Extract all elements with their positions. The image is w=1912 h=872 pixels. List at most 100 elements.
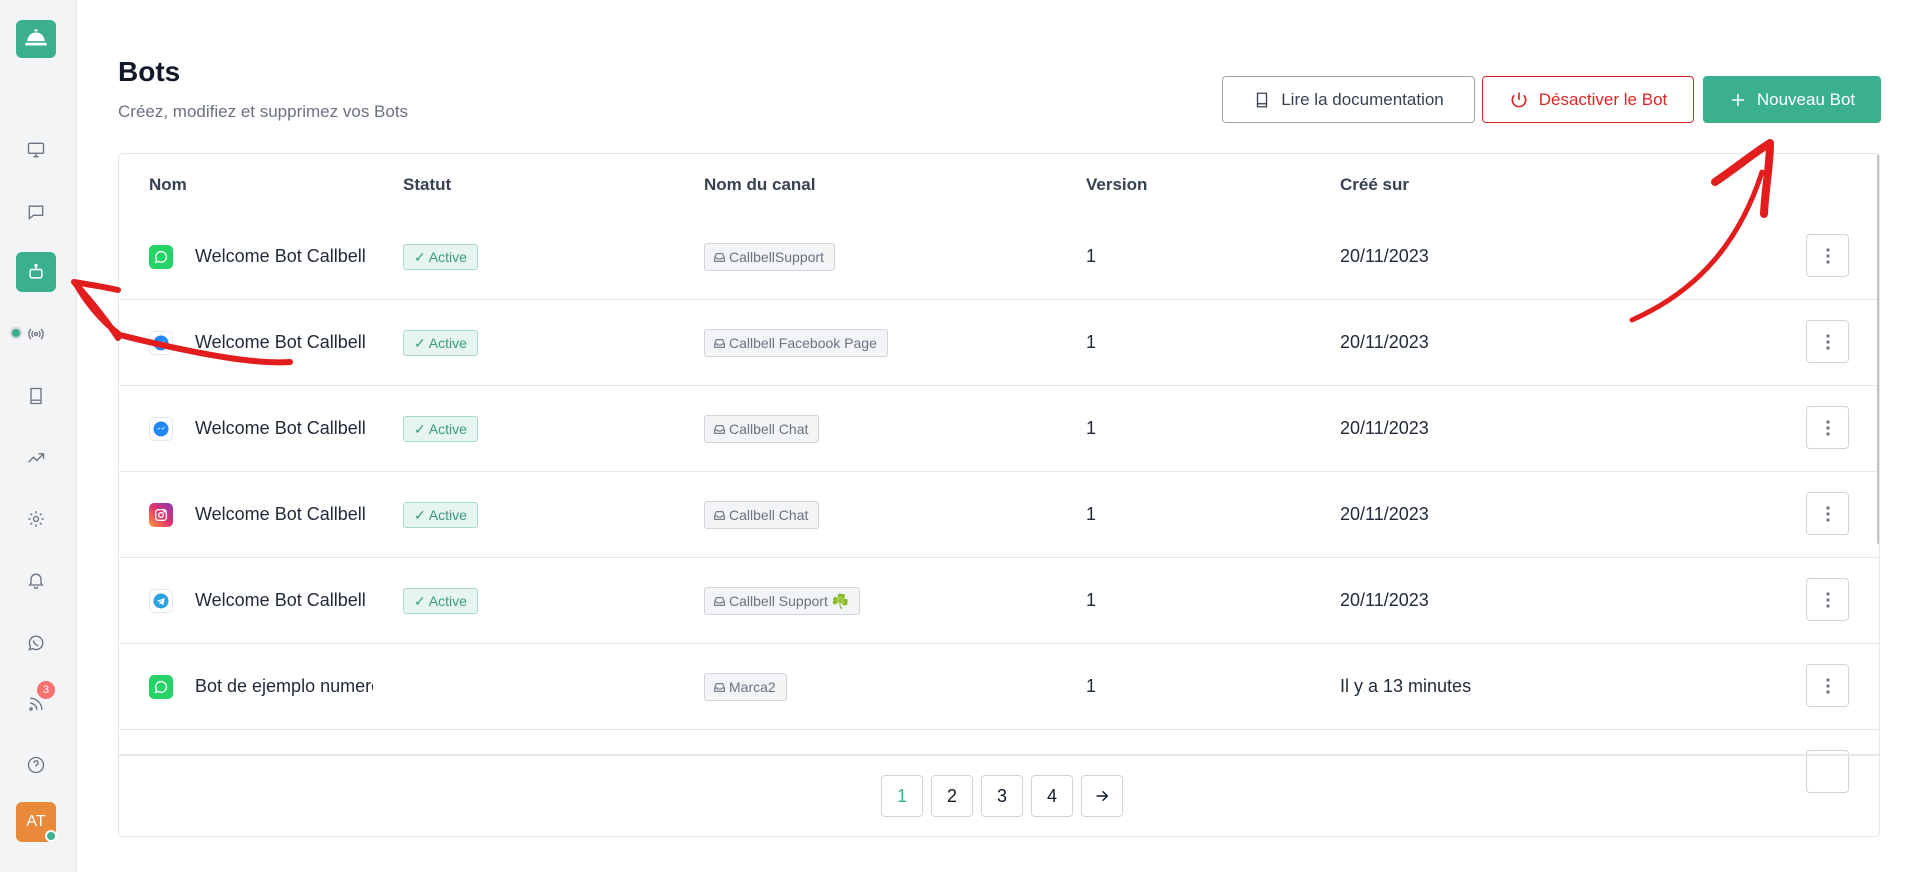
status-label: Active — [428, 421, 467, 437]
monitor-icon — [27, 142, 45, 158]
trending-up-icon — [28, 453, 45, 463]
status-badge: ✓ Active — [403, 588, 478, 614]
pagination-divider — [119, 754, 1879, 756]
bot-name[interactable]: Welcome Bot Callbell — [195, 418, 375, 439]
page-button-2[interactable]: 2 — [931, 775, 973, 817]
sidebar-item-dashboard[interactable] — [20, 134, 52, 166]
row-actions-button[interactable] — [1806, 492, 1849, 535]
channel-name: Callbell Chat — [729, 507, 809, 523]
new-bot-button[interactable]: Nouveau Bot — [1703, 76, 1881, 123]
deactivate-bot-button[interactable]: Désactiver le Bot — [1482, 76, 1694, 123]
version-value: 1 — [1086, 332, 1097, 352]
table-row[interactable]: Welcome Bot Callbell ✓ Active Callbell S… — [119, 558, 1879, 644]
help-circle-icon — [27, 756, 45, 774]
status-badge: ✓ Active — [403, 416, 478, 442]
status-badge: ✓ Active — [403, 244, 478, 270]
table-row[interactable]: Bot de ejemplo numero Marca2 1 Il y a 13… — [119, 644, 1879, 730]
page-button-1[interactable]: 1 — [881, 775, 923, 817]
notification-count-badge: 3 — [37, 681, 55, 699]
column-header-version: Version — [1086, 175, 1148, 194]
row-actions-button[interactable] — [1806, 578, 1849, 621]
check-icon: ✓ — [414, 592, 426, 609]
check-icon: ✓ — [414, 248, 426, 265]
bot-name[interactable]: Welcome Bot Callbell — [195, 332, 375, 353]
inbox-icon — [714, 510, 725, 520]
channel-badge: Callbell Chat — [704, 415, 820, 443]
whatsapp-icon — [149, 675, 173, 699]
logo[interactable] — [16, 20, 56, 58]
column-header-channel: Nom du canal — [704, 175, 816, 194]
channel-name: CallbellSupport — [729, 249, 824, 265]
status-badge: ✓ Active — [403, 502, 478, 528]
page-title: Bots — [118, 56, 181, 87]
column-header-status: Statut — [403, 175, 452, 194]
version-value: 1 — [1086, 418, 1097, 438]
read-documentation-button[interactable]: Lire la documentation — [1222, 76, 1475, 123]
channel-badge: Callbell Chat — [704, 501, 820, 529]
table-row[interactable]: Welcome Bot Callbell ✓ Active Callbell C… — [119, 472, 1879, 558]
channel-badge: Marca2 — [704, 673, 787, 701]
channel-badge: Callbell Facebook Page — [704, 329, 888, 357]
sidebar-item-whatsapp[interactable] — [20, 627, 52, 659]
sidebar-item-bots[interactable] — [16, 252, 56, 292]
check-icon: ✓ — [414, 420, 426, 437]
table-row[interactable]: Welcome Bot Callbell ✓ Active Callbell C… — [119, 386, 1879, 472]
instagram-icon — [149, 503, 173, 527]
created-date: 20/11/2023 — [1340, 504, 1429, 524]
status-badge: ✓ Active — [403, 330, 478, 356]
plus-icon — [1731, 93, 1744, 106]
channel-name: Callbell Facebook Page — [729, 335, 877, 351]
bot-name[interactable]: Welcome Bot Callbell — [195, 246, 375, 267]
sidebar-item-conversations[interactable] — [20, 196, 52, 228]
row-actions-button[interactable] — [1806, 320, 1849, 363]
bots-table: Nom Statut Nom du canal Version Créé sur… — [118, 153, 1880, 837]
channel-name: Callbell Support ☘️ — [729, 592, 850, 609]
more-vertical-icon — [1825, 419, 1830, 436]
more-vertical-icon — [1825, 505, 1830, 522]
robot-icon — [29, 263, 43, 279]
bot-name[interactable]: Bot de ejemplo numero — [195, 676, 373, 697]
table-row[interactable] — [119, 730, 1879, 793]
messenger-icon — [149, 331, 173, 355]
created-date: 20/11/2023 — [1340, 332, 1429, 352]
sidebar-item-help[interactable] — [20, 749, 52, 781]
status-label: Active — [428, 249, 467, 265]
column-header-name: Nom — [149, 175, 187, 194]
arrowhead-left-annotation — [71, 279, 121, 341]
version-value: 1 — [1086, 590, 1097, 610]
sidebar-item-notifications[interactable] — [20, 564, 52, 596]
row-actions-button[interactable] — [1806, 750, 1849, 793]
sidebar-item-analytics[interactable] — [20, 442, 52, 474]
created-date: 20/11/2023 — [1340, 418, 1429, 438]
page-button-4[interactable]: 4 — [1031, 775, 1073, 817]
table-row[interactable]: Welcome Bot Callbell ✓ Active Callbell F… — [119, 300, 1879, 386]
power-icon — [1511, 92, 1527, 107]
page-button-3[interactable]: 3 — [981, 775, 1023, 817]
bot-name[interactable]: Welcome Bot Callbell — [195, 590, 375, 611]
bot-name[interactable]: Welcome Bot Callbell — [195, 504, 375, 525]
table-row[interactable]: Welcome Bot Callbell ✓ Active CallbellSu… — [119, 214, 1879, 300]
sidebar-item-broadcast[interactable] — [20, 318, 52, 350]
messenger-icon — [149, 417, 173, 441]
gear-icon — [28, 511, 44, 527]
inbox-icon — [714, 252, 725, 262]
version-value: 1 — [1086, 246, 1097, 266]
sidebar-item-documentation[interactable] — [20, 380, 52, 412]
inbox-icon — [714, 338, 725, 348]
more-vertical-icon — [1825, 591, 1830, 608]
version-value: 1 — [1086, 676, 1097, 696]
page-subtitle: Créez, modifiez et supprimez vos Bots — [118, 102, 409, 121]
table-scrollbar[interactable] — [1877, 154, 1879, 544]
avatar-online-dot — [45, 830, 57, 842]
row-actions-button[interactable] — [1806, 664, 1849, 707]
inbox-icon — [714, 596, 725, 606]
row-actions-button[interactable] — [1806, 234, 1849, 277]
channel-badge: Callbell Support ☘️ — [704, 587, 861, 615]
sidebar-item-settings[interactable] — [20, 503, 52, 535]
channel-name: Marca2 — [729, 679, 776, 695]
book-icon — [30, 387, 42, 405]
next-page-button[interactable] — [1081, 775, 1123, 817]
row-actions-button[interactable] — [1806, 406, 1849, 449]
service-bell-icon — [25, 29, 47, 46]
status-label: Active — [428, 335, 467, 351]
